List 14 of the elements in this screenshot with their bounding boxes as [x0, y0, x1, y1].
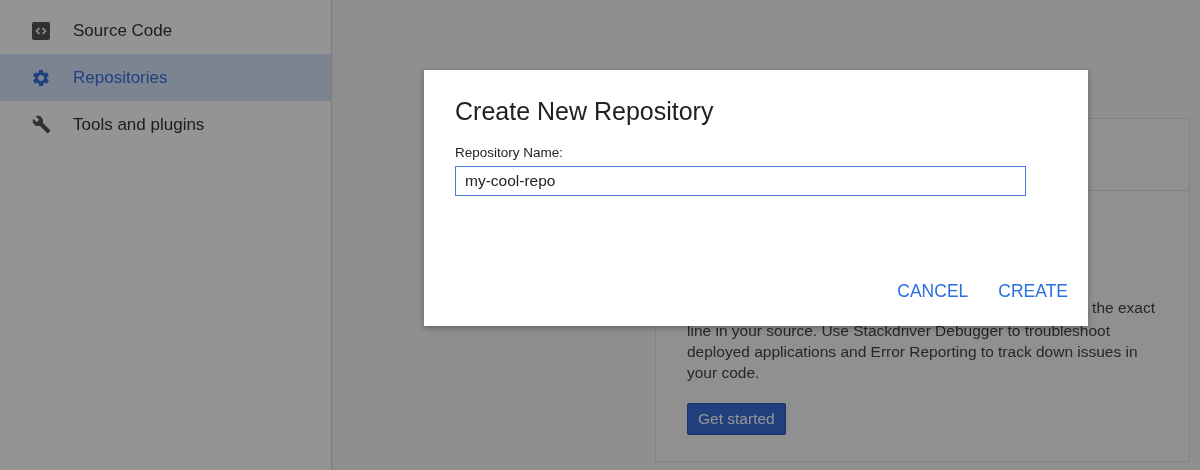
code-icon — [31, 20, 51, 41]
card-description: line in your source. Use Stackdriver Debugger to troubleshoot deployed applications and Error Reporting to track down issues in your code. — [687, 321, 1139, 383]
create-button[interactable]: CREATE — [987, 277, 1079, 306]
wrench-icon — [31, 114, 51, 135]
gear-icon — [31, 67, 51, 88]
sidebar-item[interactable]: Source Code — [0, 7, 331, 54]
field-label: Repository Name: — [455, 145, 565, 160]
sidebar-item[interactable]: Repositories — [0, 54, 331, 101]
repository-name-field[interactable]: my-cool-repo — [455, 166, 1026, 196]
get-started-button[interactable]: Get started — [687, 403, 786, 435]
cancel-button[interactable]: CANCEL — [886, 277, 980, 306]
dialog-title: Create New Repository — [455, 97, 715, 126]
sidebar-item[interactable]: Tools and plugins — [0, 101, 331, 148]
card-text: the exact — [1092, 298, 1155, 318]
